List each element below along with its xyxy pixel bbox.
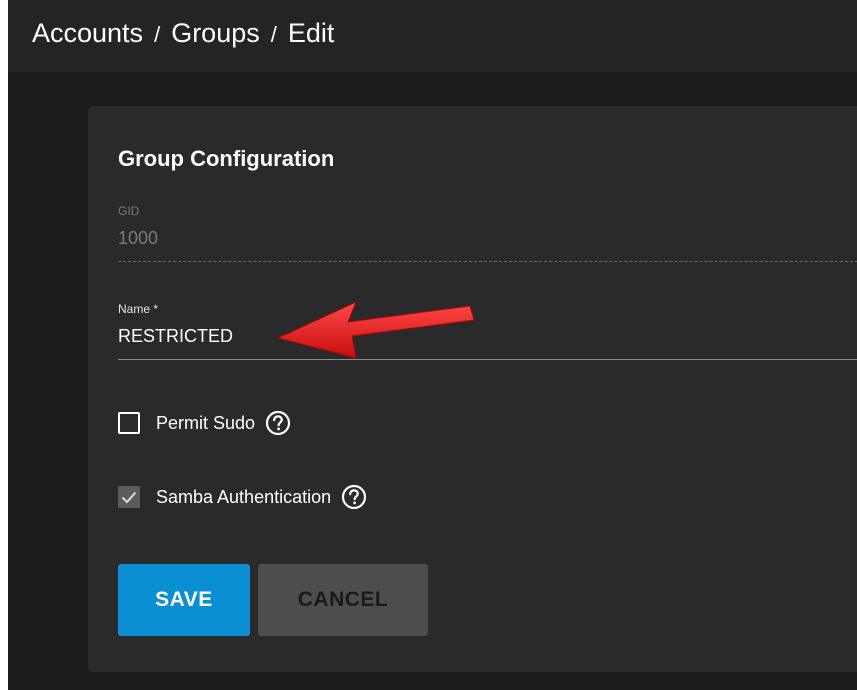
gid-label: GID [118,204,140,218]
name-field[interactable]: Name * RESTRICTED [118,302,857,360]
permit-sudo-checkbox[interactable] [118,412,140,434]
group-configuration-card: Group Configuration GID 1000 Name * REST… [88,106,857,672]
samba-auth-checkbox[interactable] [118,486,140,508]
name-underline [118,359,857,360]
samba-auth-row: Samba Authentication [118,484,367,510]
gid-field: GID 1000 [118,204,857,262]
help-circle-icon[interactable] [265,410,291,436]
breadcrumb-item-accounts[interactable]: Accounts [32,18,143,48]
permit-sudo-row: Permit Sudo [118,410,291,436]
breadcrumb-separator: / [154,22,161,47]
name-label: Name * [118,302,159,316]
gid-underline [118,261,857,262]
save-button[interactable]: SAVE [118,564,250,636]
gid-input: 1000 [118,228,159,248]
breadcrumb: Accounts / Groups / Edit [32,18,334,49]
page-header: Accounts / Groups / Edit [8,0,857,72]
samba-auth-label[interactable]: Samba Authentication [156,487,331,508]
breadcrumb-separator: / [270,22,277,47]
card-title: Group Configuration [118,146,335,171]
help-circle-icon[interactable] [341,484,367,510]
checkmark-icon [121,491,137,504]
app-window: Accounts / Groups / Edit Group Configuration… [8,0,857,690]
permit-sudo-label[interactable]: Permit Sudo [156,413,255,434]
breadcrumb-item-edit: Edit [287,18,335,48]
red-arrow-annotation [277,301,475,359]
breadcrumb-item-groups[interactable]: Groups [171,18,260,48]
name-input[interactable]: RESTRICTED [118,326,857,347]
cancel-button[interactable]: CANCEL [258,564,428,636]
